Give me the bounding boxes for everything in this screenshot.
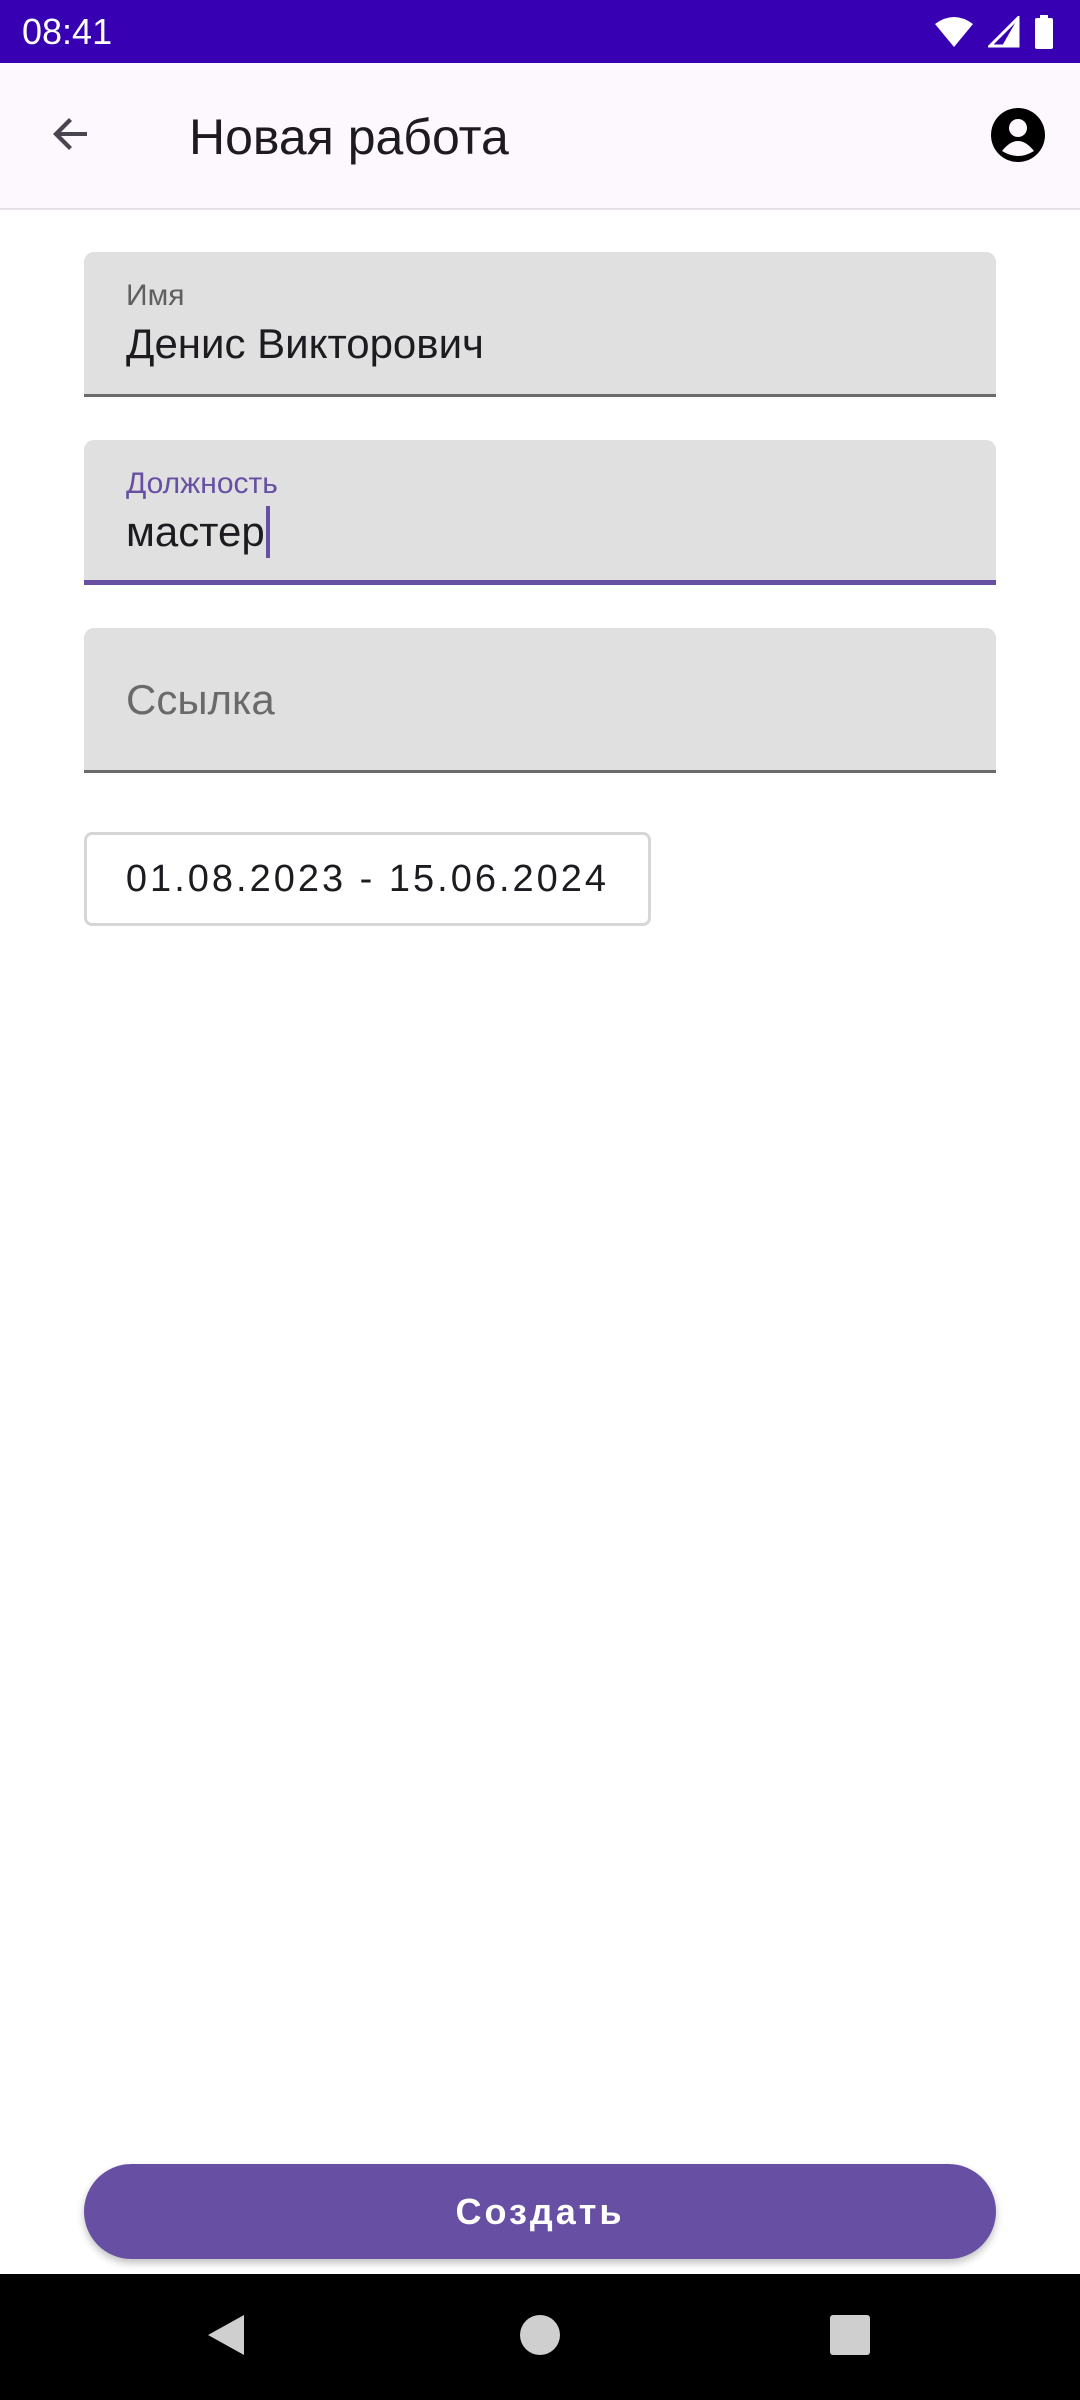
nav-home-button[interactable]	[500, 2297, 580, 2377]
text-cursor	[265, 506, 270, 558]
status-icons	[934, 14, 1054, 50]
name-field-value: Денис Викторович	[126, 320, 484, 367]
nav-recents-button[interactable]	[810, 2297, 890, 2377]
top-app-bar: Новая работа	[0, 63, 1080, 210]
account-button[interactable]	[976, 95, 1060, 179]
status-time: 08:41	[22, 11, 113, 52]
position-field-label: Должность	[126, 467, 278, 500]
account-circle-icon	[990, 107, 1046, 168]
back-button[interactable]	[26, 91, 116, 181]
screen: 08:41 Новая работа Имя Денис Викторович …	[0, 0, 1080, 2400]
position-field[interactable]: Должность мастер	[84, 440, 996, 585]
nav-back-icon	[204, 2311, 248, 2364]
position-field-value: мастер	[126, 508, 265, 555]
nav-back-button[interactable]	[186, 2297, 266, 2377]
page-title: Новая работа	[189, 109, 509, 165]
status-bar: 08:41	[0, 0, 1080, 63]
link-field[interactable]: Ссылка	[84, 628, 996, 773]
name-field[interactable]: Имя Денис Викторович	[84, 252, 996, 397]
link-field-placeholder: Ссылка	[126, 676, 275, 723]
date-range-button[interactable]: 01.08.2023 - 15.06.2024	[84, 832, 651, 926]
battery-icon	[1034, 15, 1054, 49]
nav-home-icon	[519, 2314, 561, 2361]
arrow-back-icon	[47, 110, 95, 163]
name-field-label: Имя	[126, 279, 185, 312]
create-button[interactable]: Создать	[84, 2164, 996, 2259]
position-field-value-wrap: мастер	[126, 506, 270, 558]
signal-icon	[988, 16, 1020, 48]
system-nav-bar	[0, 2274, 1080, 2400]
wifi-icon	[934, 16, 974, 48]
nav-recents-icon	[829, 2314, 871, 2361]
